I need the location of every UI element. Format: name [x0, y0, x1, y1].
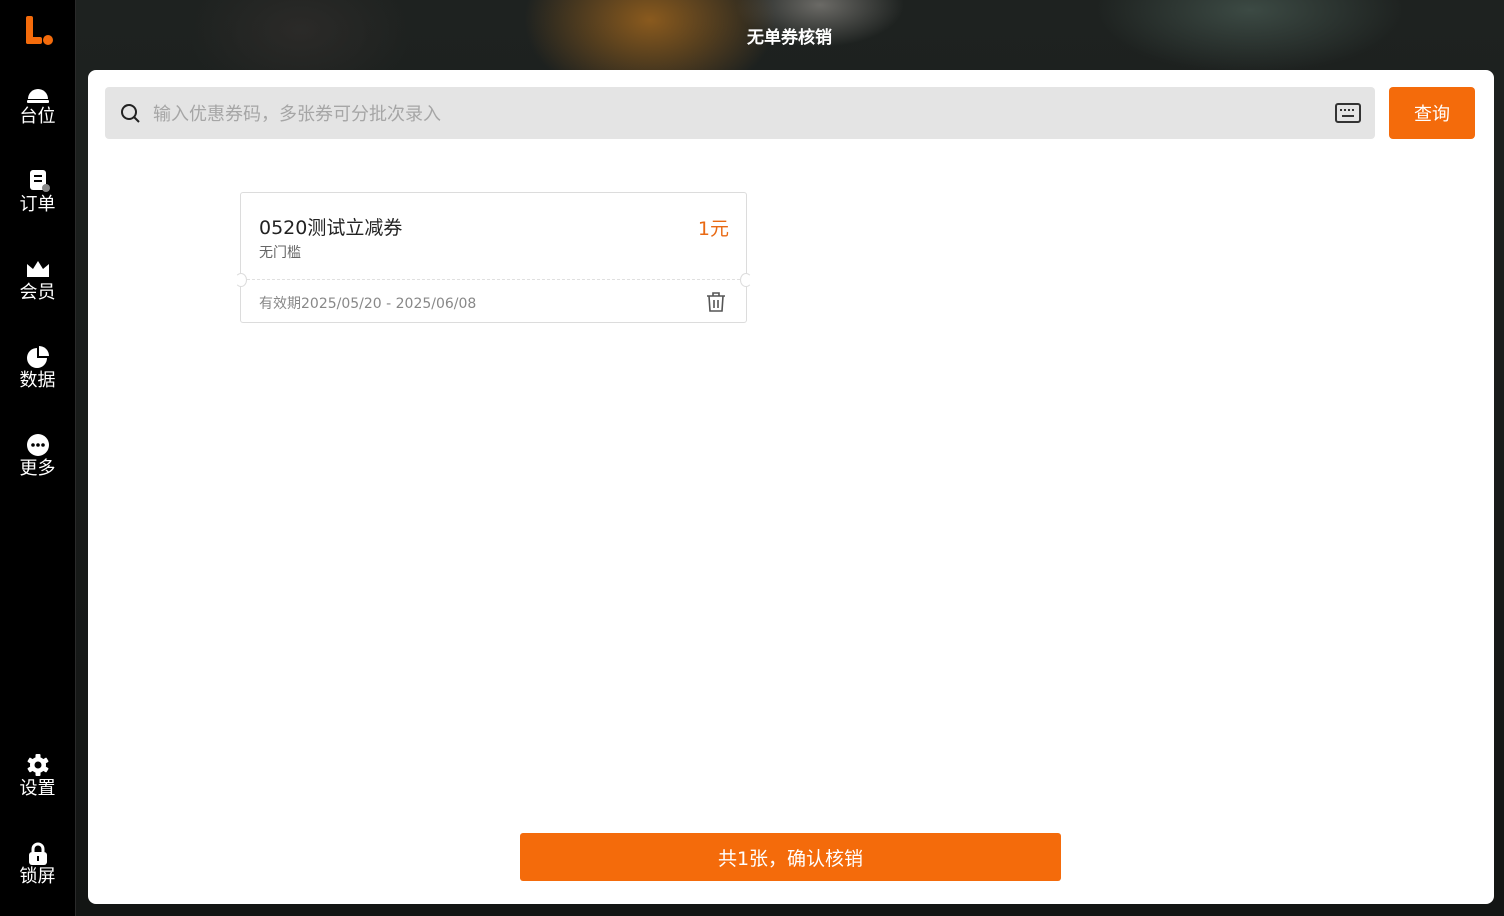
coupon-card: 0520测试立减券 1元 无门槛 有效期2025/05/20 - 2025/06…	[235, 192, 752, 323]
sidebar-item-settings[interactable]: 设置	[0, 754, 75, 800]
keyboard-icon[interactable]	[1335, 101, 1361, 125]
coupon-code-input[interactable]	[151, 95, 1315, 133]
app-logo	[26, 16, 53, 45]
query-button[interactable]: 查询	[1389, 87, 1475, 139]
coupon-condition: 无门槛	[259, 245, 301, 261]
search-icon	[121, 104, 140, 123]
coupon-notch-left	[235, 273, 247, 287]
coupon-amount: 1元	[697, 218, 729, 240]
member-crown-icon	[26, 261, 49, 277]
gear-icon	[27, 754, 48, 776]
coupon-validity: 有效期2025/05/20 - 2025/06/08	[259, 296, 477, 312]
sidebar-item-members[interactable]: 会员	[0, 258, 75, 304]
delete-coupon-icon[interactable]	[706, 291, 726, 313]
sidebar-item-label: 锁屏	[19, 866, 56, 887]
confirm-redeem-button[interactable]: 共1张，确认核销	[520, 833, 1061, 881]
coupon-name: 0520测试立减券	[259, 217, 403, 239]
page-title: 无单券核销	[747, 28, 832, 48]
sidebar-item-more[interactable]: 更多	[0, 434, 75, 480]
lock-icon	[28, 842, 47, 865]
sidebar-item-table[interactable]: 台位	[0, 82, 75, 128]
main-panel: 查询 0520测试立减券 1元 无门槛 有效期2025/05/20 - 2025…	[88, 70, 1494, 904]
search-bar	[105, 87, 1375, 139]
coupon-notch-right	[740, 273, 752, 287]
sidebar-item-lock[interactable]: 锁屏	[0, 842, 75, 888]
sidebar-item-orders[interactable]: 订单	[0, 170, 75, 216]
table-bell-icon	[26, 89, 49, 103]
sidebar-item-label: 订单	[19, 194, 56, 215]
sidebar-item-label: 设置	[19, 778, 56, 799]
pie-chart-icon	[26, 346, 49, 368]
more-icon	[26, 434, 49, 456]
sidebar: 台位 订单 会员 数据 更多 设置 锁屏	[0, 0, 76, 916]
coupon-divider	[247, 279, 740, 280]
sidebar-item-label: 会员	[19, 282, 56, 303]
sidebar-item-label: 更多	[19, 458, 56, 479]
sidebar-item-label: 数据	[19, 370, 56, 391]
sidebar-item-data[interactable]: 数据	[0, 346, 75, 392]
sidebar-item-label: 台位	[19, 106, 56, 127]
order-icon	[29, 170, 50, 192]
